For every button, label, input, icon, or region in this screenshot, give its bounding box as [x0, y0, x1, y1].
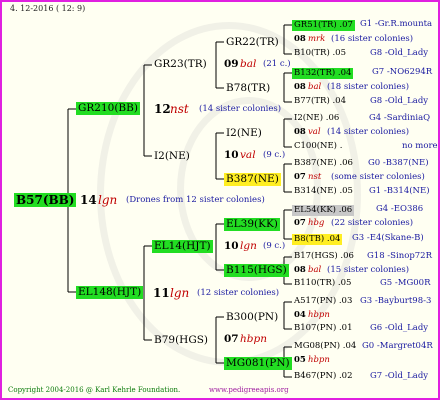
g4-origin: G7 -NO6294R — [372, 67, 433, 77]
g4-queen[interactable]: C100(NE) . — [294, 142, 342, 151]
g4-generation: 08 — [294, 265, 306, 275]
dam-queen[interactable]: GR210(BB) — [76, 102, 140, 115]
g4-queen[interactable]: B107(PN) .01 — [294, 324, 352, 333]
g4-origin: G0 -Margret04R — [362, 341, 433, 351]
g4-code: hbpn — [308, 310, 330, 320]
g4-queen[interactable]: B387(NE) .06 — [294, 159, 353, 168]
g2-a-generation: 09 — [224, 58, 239, 70]
sire-sire-generation: 11 — [153, 286, 170, 300]
sire-queen[interactable]: EL148(HJT) — [76, 286, 144, 299]
sire-sire-note: (12 sister colonies) — [197, 288, 280, 298]
g4-code: hbpn — [308, 355, 330, 365]
website-link[interactable]: www.pedigreeapis.org — [209, 387, 289, 394]
g3-queen-d1[interactable]: B300(PN) — [226, 312, 278, 323]
g2-c-code: lgn — [240, 240, 257, 252]
g4-origin: no more — [402, 141, 438, 151]
g4-generation: 04 — [294, 310, 306, 320]
g4-generation: 07 — [294, 172, 306, 182]
g4-queen[interactable]: B467(PN) .02 — [294, 372, 352, 381]
g4-code: bal — [308, 82, 322, 92]
g2-queen-c[interactable]: EL14(HJT) — [152, 240, 213, 253]
sire-sire-code: lgn — [170, 286, 190, 300]
g4-origin: G1 -Gr.R.mounta — [360, 19, 433, 29]
g4-queen[interactable]: B17(HGS) .06 — [294, 252, 354, 261]
g4-queen[interactable]: I2(NE) .06 — [294, 114, 339, 123]
root-sire-code: lgn — [98, 193, 118, 207]
g4-origin: G5 -MG00R — [380, 278, 431, 288]
g4-code: nst — [308, 172, 322, 182]
g2-d-generation: 07 — [224, 333, 239, 345]
g3-queen-c1[interactable]: EL39(KK) — [224, 218, 280, 231]
g4-origin: G8 -Old_Lady — [370, 48, 429, 58]
g4-origin: G0 -B387(NE) — [368, 158, 429, 168]
g4-note: (18 sister colonies) — [327, 82, 410, 92]
g2-b-note: (9 c.) — [263, 150, 286, 160]
g4-origin: G18 -Sinop72R — [367, 251, 432, 261]
g2-b-generation: 10 — [224, 149, 239, 161]
g2-queen-a[interactable]: GR23(TR) — [154, 59, 207, 70]
root-sire-generation: 14 — [80, 193, 97, 207]
root-queen[interactable]: B57(BB) — [14, 193, 77, 207]
g4-origin: G3 -E4(Skane-B) — [352, 233, 424, 243]
g4-queen[interactable]: EL54(KK) .06 — [292, 205, 355, 216]
g4-queen[interactable]: MG08(PN) .04 — [294, 342, 356, 351]
g2-c-note: (9 c.) — [263, 241, 286, 251]
g2-d-code: hbpn — [240, 333, 267, 345]
g4-origin: G3 -Bayburt98-3 — [360, 296, 432, 306]
g4-queen[interactable]: B77(TR) .04 — [294, 97, 346, 106]
g4-queen[interactable]: B132(TR) .04 — [292, 68, 354, 79]
g4-queen[interactable]: A517(PN) .03 — [294, 297, 352, 306]
g4-note: (14 sister colonies) — [327, 127, 410, 137]
g4-code: bal — [308, 265, 322, 275]
g3-queen-d2[interactable]: MG081(PN) — [224, 357, 292, 370]
g4-code: val — [308, 127, 321, 137]
g3-queen-c2[interactable]: B115(HGS) — [224, 264, 289, 277]
g4-generation: 08 — [294, 82, 306, 92]
g4-origin: G6 -Old_Lady — [370, 323, 429, 333]
g4-note: (16 sister colonies) — [331, 34, 414, 44]
g2-a-code: bal — [240, 58, 257, 70]
g4-note: (some sister colonies) — [331, 172, 425, 182]
g4-origin: G4 -SardiniaQ — [369, 113, 431, 123]
g4-origin: G7 -Old_Lady — [370, 371, 429, 381]
g2-b-code: val — [240, 149, 256, 161]
g2-a-note: (21 c.) — [263, 59, 291, 69]
g3-queen-a2[interactable]: B78(TR) — [226, 83, 270, 94]
g4-generation: 08 — [294, 127, 306, 137]
root-sire-note: (Drones from 12 sister colonies) — [126, 195, 265, 205]
g4-origin: G8 -Old_Lady — [370, 96, 429, 106]
g4-queen[interactable]: B10(TR) .05 — [294, 49, 346, 58]
dam-sire-note: (14 sister colonies) — [199, 104, 282, 114]
g4-generation: 08 — [294, 34, 306, 44]
header-date: 4. 12-2016 ( 12: 9) — [10, 4, 86, 13]
copyright-text: Copyright 2004-2016 @ Karl Kehrle Founda… — [8, 386, 181, 394]
g2-queen-b[interactable]: I2(NE) — [154, 151, 190, 162]
g4-queen[interactable]: GR51(TR) .07 — [292, 20, 355, 31]
g4-generation: 05 — [294, 355, 306, 365]
g4-queen[interactable]: B8(TB) .04 — [292, 234, 343, 245]
g3-queen-a1[interactable]: GR22(TR) — [226, 37, 279, 48]
g4-origin: G1 -B314(NE) — [369, 186, 430, 196]
g2-queen-d[interactable]: B79(HGS) — [154, 335, 208, 346]
g2-c-generation: 10 — [224, 240, 239, 252]
g3-queen-b2[interactable]: B387(NE) — [224, 173, 281, 186]
g4-note: (22 sister colonies) — [331, 218, 414, 228]
g4-generation: 07 — [294, 218, 306, 228]
dam-sire-code: nst — [170, 102, 189, 116]
g4-queen[interactable]: B314(NE) .05 — [294, 187, 353, 196]
g4-code: hbg — [308, 218, 325, 228]
g4-origin: G4 -EO386 — [376, 204, 424, 214]
g4-note: (15 sister colonies) — [327, 265, 410, 275]
g4-code: mrk — [308, 34, 326, 44]
dam-sire-generation: 12 — [154, 102, 171, 116]
pedigree-frame: 4. 12-2016 ( 12: 9) B57(BB) 14 lgn (Dron… — [0, 0, 440, 400]
g4-queen[interactable]: B110(TR) .05 — [294, 279, 351, 288]
g3-queen-b1[interactable]: I2(NE) — [226, 128, 262, 139]
